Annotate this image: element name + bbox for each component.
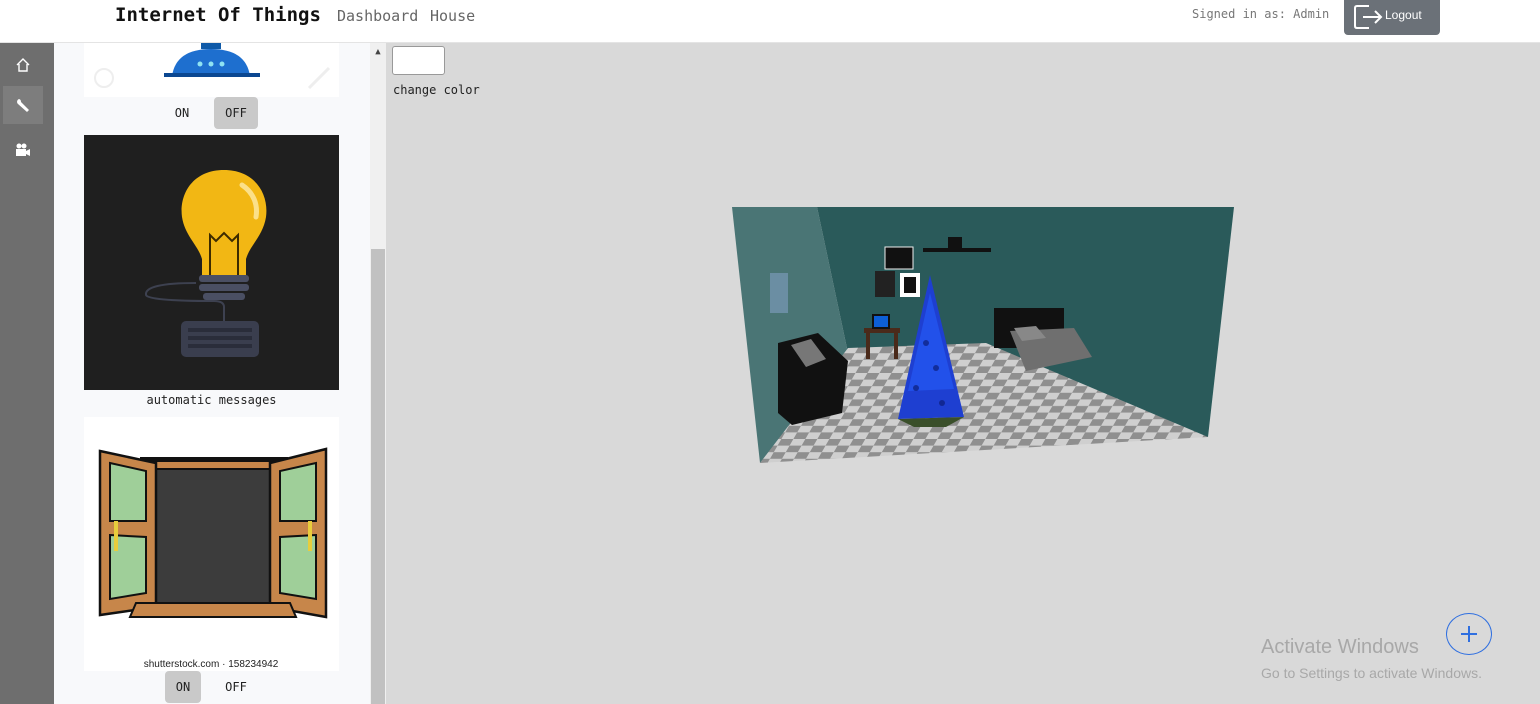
light-bulb-image [84,135,339,390]
top-navbar: Internet Of Things Dashboard House Signe… [0,0,1540,43]
router-off-toggle[interactable]: OFF [214,97,258,129]
window-off-toggle[interactable]: OFF [214,671,258,703]
sidebar-camera[interactable] [3,131,43,169]
house-3d-viewport[interactable]: change color Activate Windows Go to Sett… [386,43,1540,704]
automatic-messages-card[interactable] [84,135,339,390]
signed-in-text: Signed in as: Admin [1192,7,1330,21]
logout-icon [1354,5,1383,29]
picture-frame [884,246,914,270]
nav-dashboard[interactable]: Dashboard [337,7,418,25]
router-card [84,43,339,97]
room-3d-scene[interactable] [386,43,1540,704]
add-device-button[interactable] [1446,613,1492,655]
window-card[interactable]: shutterstock.com · 158234942 [84,417,339,671]
plus-icon [1461,626,1477,642]
brand-title[interactable]: Internet Of Things [115,4,321,26]
router-image [84,43,339,97]
scroll-thumb[interactable] [371,249,385,704]
windows-activation-subtitle: Go to Settings to activate Windows. [1261,665,1482,681]
window-on-toggle[interactable]: ON [165,671,201,703]
windows-activation-title: Activate Windows [1261,636,1419,658]
image-credit: shutterstock.com · 158234942 [144,659,279,670]
sidebar-home[interactable] [3,46,43,84]
sidebar-tools[interactable] [3,86,43,124]
window-image: shutterstock.com · 158234942 [84,417,339,671]
wall-window [770,273,788,313]
scroll-up-icon[interactable]: ▲ [373,47,383,57]
nav-house[interactable]: House [430,7,475,25]
video-camera-icon [16,143,30,156]
logout-label: Logout [1385,8,1422,22]
wrench-icon [17,99,29,112]
panel-scrollbar[interactable]: ▲ [370,43,386,704]
wall-shelf [923,248,991,252]
device-panel: ON OFF automatic messages shutterstock.c… [54,43,370,704]
router-on-toggle[interactable]: ON [163,97,201,129]
logout-button[interactable]: Logout [1344,0,1440,35]
icon-sidebar [0,43,54,704]
home-icon [16,58,30,72]
picture-frame [875,271,895,297]
device-caption: automatic messages [146,393,277,407]
